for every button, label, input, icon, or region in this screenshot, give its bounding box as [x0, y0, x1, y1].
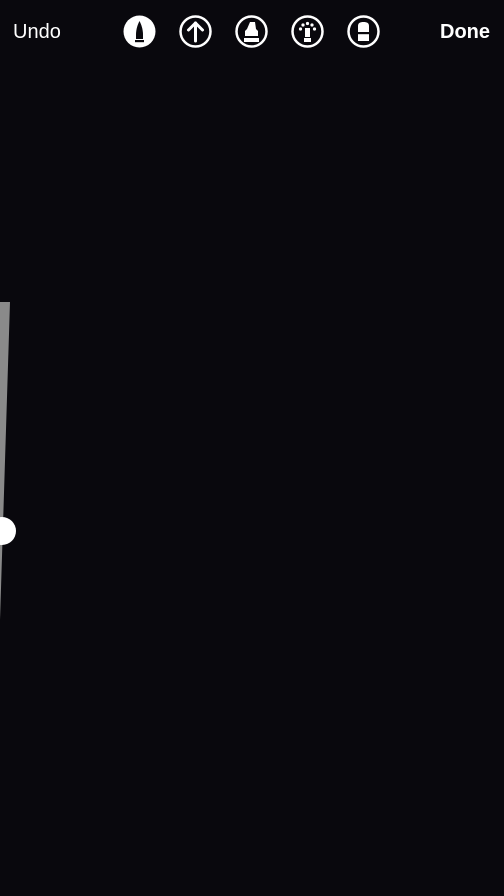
eraser-tool-button[interactable]: [347, 15, 380, 48]
drawing-toolbar: Undo Done: [0, 0, 504, 64]
neon-brush-icon: [291, 15, 324, 48]
marker-icon: [235, 15, 268, 48]
pen-tool-button[interactable]: [123, 15, 156, 48]
eraser-icon: [347, 15, 380, 48]
done-button[interactable]: Done: [440, 20, 490, 44]
pen-icon: [123, 15, 156, 48]
arrow-up-icon: [179, 15, 212, 48]
undo-button[interactable]: Undo: [13, 20, 61, 44]
slider-track: [0, 302, 10, 620]
neon-tool-button[interactable]: [291, 15, 324, 48]
marker-tool-button[interactable]: [235, 15, 268, 48]
brush-size-slider[interactable]: [0, 300, 20, 630]
arrow-tool-button[interactable]: [179, 15, 212, 48]
